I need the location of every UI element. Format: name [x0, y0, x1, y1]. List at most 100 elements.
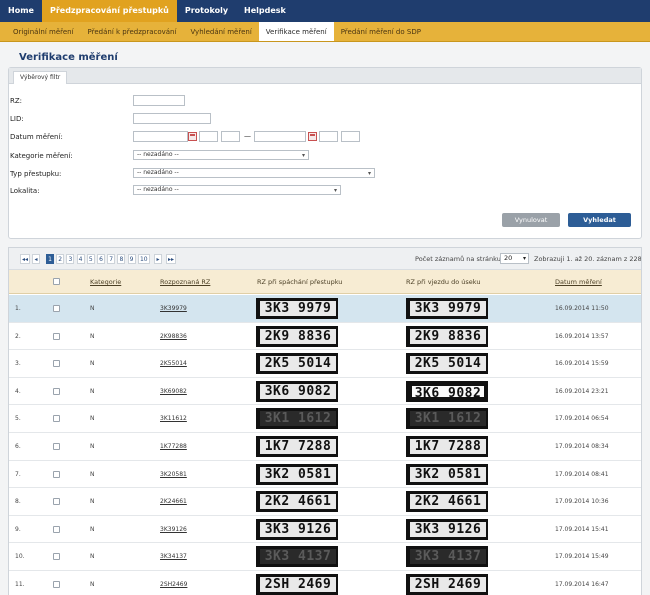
lid-input[interactable] — [133, 113, 211, 124]
table-row[interactable]: 6. N 1K77288 1K7 7288 1K7 7288 17.09.2014 08:… — [9, 433, 641, 461]
nav-item[interactable]: Home — [0, 0, 42, 22]
row-checkbox[interactable] — [53, 553, 60, 561]
table-row[interactable]: 5. N 3K11612 3K1 1612 3K1 1612 17.09.2014 06:… — [9, 405, 641, 433]
table-row[interactable]: 10. N 3K34137 3K3 4137 3K3 4137 17.09.2014 15… — [9, 543, 641, 571]
offense-type-select[interactable]: -- nezadáno -- ▾ — [133, 168, 375, 178]
rz-input[interactable] — [133, 95, 185, 106]
per-page-value: 20 — [504, 254, 513, 262]
location-select[interactable]: -- nezadáno -- ▾ — [133, 185, 341, 195]
rz-link[interactable]: 3K39126 — [160, 516, 187, 543]
row-checkbox[interactable] — [53, 332, 60, 340]
plate-text: 2K2 4661 — [414, 494, 482, 510]
nav-item[interactable]: Předzpracování přestupků — [41, 0, 177, 22]
plate-text: 3K3 9979 — [414, 301, 482, 316]
table-row[interactable]: 4. N 3K69082 3K6 9082 3K6 9082 16.09.2014 23:… — [9, 377, 641, 406]
nav-item[interactable]: Helpdesk — [236, 0, 294, 22]
subnav-item[interactable]: Originální měření — [6, 22, 81, 41]
page-link[interactable]: 4 — [76, 254, 85, 264]
subnav-item[interactable]: Předání k předzpracování — [81, 22, 184, 41]
rz-link[interactable]: 2SH2469 — [160, 571, 187, 595]
subnav-item[interactable]: Předání měření do SDP — [334, 22, 428, 41]
records-summary: Zobrazuji 1. až 20. záznam z 228. — [534, 255, 642, 263]
plate-text: 2K9 8836 — [414, 328, 482, 344]
category-cell: N — [90, 332, 95, 340]
search-button[interactable]: Vyhledat — [568, 213, 631, 227]
category-select-value: -- nezadáno -- — [137, 151, 179, 158]
plate-band: 2K9 8836 — [410, 328, 486, 344]
column-header-category[interactable]: Kategorie — [90, 270, 121, 294]
column-header-date[interactable]: Datum měření — [555, 270, 602, 294]
offense-type-select-value: -- nezadáno -- — [137, 169, 179, 176]
rz-link[interactable]: 1K77288 — [160, 433, 187, 460]
plate-band: 3K1 1612 — [410, 411, 486, 427]
row-checkbox[interactable] — [53, 443, 60, 450]
plate-text: 3K3 4137 — [414, 549, 482, 565]
table-row[interactable]: 1. N 3K39979 3K3 9979 3K3 9979 16.09.2014 11:… — [9, 295, 641, 323]
per-page-select[interactable]: 20 ▾ — [500, 253, 529, 264]
row-checkbox[interactable] — [53, 305, 60, 312]
page-link[interactable]: 2 — [56, 254, 65, 264]
rz-link[interactable]: 2K98836 — [160, 323, 187, 350]
page-link[interactable]: 9 — [127, 254, 136, 264]
page-link[interactable]: 10 — [137, 254, 150, 264]
row-checkbox[interactable] — [53, 360, 60, 368]
last-page-button[interactable]: ▸▸ — [166, 254, 177, 264]
rz-link[interactable]: 2K24661 — [160, 488, 187, 515]
page-link[interactable]: 8 — [117, 254, 126, 264]
subnav-item[interactable]: Verifikace měření — [258, 22, 334, 41]
rz-link[interactable]: 3K69082 — [160, 378, 187, 405]
row-checkbox[interactable] — [53, 581, 60, 588]
page-link[interactable]: 7 — [107, 254, 116, 264]
rz-link[interactable]: 3K11612 — [160, 405, 187, 432]
plate-band: 3K2 0581 — [410, 466, 486, 482]
reset-button[interactable]: Vynulovat — [502, 213, 560, 227]
date-to-input[interactable] — [254, 131, 306, 142]
time-to-hours-input[interactable] — [319, 131, 338, 142]
date-cell: 17.09.2014 16:47 — [555, 581, 609, 588]
calendar-icon[interactable] — [188, 132, 197, 141]
row-checkbox[interactable] — [53, 415, 60, 423]
select-all-checkbox[interactable] — [53, 278, 60, 285]
first-page-button[interactable]: ◂◂ — [20, 254, 31, 264]
rz-link[interactable]: 2K55014 — [160, 350, 187, 377]
per-page-label: Počet záznamů na stránku: — [415, 255, 504, 263]
plate-image-offense: 1K7 7288 — [256, 436, 338, 457]
filter-tab[interactable]: Výběrový filtr — [13, 71, 68, 84]
filter-tabbar: Výběrový filtr — [9, 68, 641, 84]
table-row[interactable]: 9. N 3K39126 3K3 9126 3K3 9126 17.09.2014 15:… — [9, 515, 641, 544]
plate-image-offense: 2K2 4661 — [256, 491, 338, 513]
category-select[interactable]: -- nezadáno -- ▾ — [133, 150, 309, 160]
date-from-input[interactable] — [133, 131, 188, 142]
rz-label: RZ: — [10, 97, 23, 105]
page-link[interactable]: 6 — [97, 254, 105, 264]
page-link[interactable]: 5 — [86, 254, 95, 264]
prev-page-button[interactable]: ◂ — [32, 254, 40, 264]
rz-link[interactable]: 3K34137 — [160, 543, 187, 570]
time-from-hours-input[interactable] — [199, 131, 218, 142]
next-page-button[interactable]: ▸ — [154, 254, 162, 264]
column-header-rz[interactable]: Rozpoznaná RZ — [160, 270, 210, 294]
calendar-icon[interactable] — [308, 132, 317, 141]
chevron-down-icon: ▾ — [301, 152, 305, 159]
plate-image-entry: 3K3 9126 — [406, 518, 488, 540]
time-to-minutes-input[interactable] — [341, 131, 360, 142]
rz-link[interactable]: 3K20581 — [160, 461, 187, 488]
table-row[interactable]: 3. N 2K55014 2K5 5014 2K5 5014 16.09.2014 15:… — [9, 350, 641, 378]
subnav-item[interactable]: Vyhledání měření — [183, 22, 258, 41]
table-row[interactable]: 11. N 2SH2469 2SH 2469 2SH 2469 17.09.2014 16… — [9, 571, 641, 595]
row-checkbox[interactable] — [53, 387, 60, 395]
row-number: 9. — [15, 525, 21, 533]
page-link[interactable]: 1 — [46, 254, 54, 264]
table-row[interactable]: 2. N 2K98836 2K9 8836 2K9 8836 16.09.2014 13:… — [9, 322, 641, 351]
row-checkbox[interactable] — [53, 470, 60, 478]
table-row[interactable]: 7. N 3K20581 3K2 0581 3K2 0581 17.09.2014 08:… — [9, 460, 641, 489]
table-row[interactable]: 8. N 2K24661 2K2 4661 2K2 4661 17.09.2014 10:… — [9, 488, 641, 516]
rz-link[interactable]: 3K39979 — [160, 295, 187, 322]
nav-item[interactable]: Protokoly — [177, 0, 236, 22]
page-link[interactable]: 3 — [66, 254, 75, 264]
row-checkbox[interactable] — [53, 498, 60, 506]
row-checkbox[interactable] — [53, 525, 60, 533]
plate-text: 3K1 1612 — [414, 411, 482, 427]
time-from-minutes-input[interactable] — [221, 131, 240, 142]
plate-image-offense: 2K5 5014 — [256, 353, 338, 375]
